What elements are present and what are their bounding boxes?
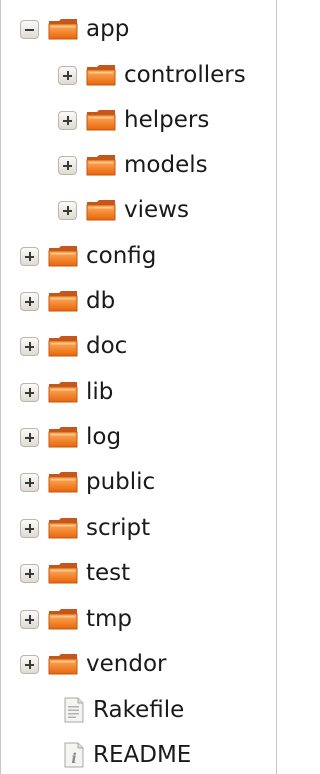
tree-item-helpers[interactable]: helpers [58, 97, 209, 143]
expand-icon[interactable] [58, 65, 77, 85]
tree-item-config[interactable]: config [20, 233, 156, 279]
folder-icon [86, 63, 116, 87]
file-tree: app controllers helpers models views con… [0, 0, 277, 774]
tree-item-controllers[interactable]: controllers [58, 52, 246, 98]
tree-item-label: Rakefile [93, 697, 185, 723]
tree-item-label: vendor [86, 651, 167, 677]
folder-icon [48, 17, 78, 41]
tree-item-label: controllers [124, 62, 246, 88]
tree-item-log[interactable]: log [20, 414, 121, 460]
expand-icon[interactable] [20, 472, 39, 492]
tree-item-label: doc [86, 333, 128, 359]
tree-item-db[interactable]: db [20, 278, 115, 324]
folder-icon [48, 516, 78, 540]
tree-item-script[interactable]: script [20, 505, 150, 551]
tree-item-models[interactable]: models [58, 142, 208, 188]
expand-icon[interactable] [20, 654, 39, 674]
expand-icon[interactable] [20, 563, 39, 583]
folder-icon [48, 380, 78, 404]
folder-icon [48, 470, 78, 494]
tree-item-app[interactable]: app [20, 6, 129, 52]
folder-icon [48, 334, 78, 358]
folder-icon [86, 198, 116, 222]
tree-item-vendor[interactable]: vendor [20, 641, 166, 687]
tree-item-tmp[interactable]: tmp [20, 596, 132, 642]
expand-icon[interactable] [20, 336, 39, 356]
tree-item-label: views [124, 197, 189, 223]
expand-icon[interactable] [58, 155, 77, 175]
folder-icon [48, 607, 78, 631]
tree-item-label: log [86, 424, 122, 450]
tree-item-label: tmp [86, 606, 133, 632]
folder-icon [86, 108, 116, 132]
collapse-icon[interactable] [20, 19, 39, 39]
expand-icon[interactable] [58, 200, 77, 220]
expand-icon[interactable] [20, 427, 39, 447]
expand-icon[interactable] [20, 609, 39, 629]
tree-item-label: lib [86, 379, 114, 405]
tree-item-label: models [124, 152, 208, 178]
tree-item-test[interactable]: test [20, 550, 130, 596]
tree-item-label: public [86, 469, 156, 495]
tree-item-label: config [86, 243, 157, 269]
expand-icon[interactable] [58, 110, 77, 130]
tree-item-label: helpers [124, 107, 210, 133]
tree-item-public[interactable]: public [20, 459, 155, 505]
expand-icon[interactable] [20, 291, 39, 311]
folder-icon [48, 425, 78, 449]
folder-icon [48, 561, 78, 585]
tree-item-label: README [93, 742, 192, 768]
tree-item-rakefile[interactable]: Rakefile [63, 687, 184, 733]
expand-icon[interactable] [20, 518, 39, 538]
tree-item-lib[interactable]: lib [20, 369, 113, 415]
tree-item-label: app [86, 16, 130, 42]
folder-icon [48, 652, 78, 676]
tree-item-label: db [86, 288, 116, 314]
tree-item-doc[interactable]: doc [20, 323, 127, 369]
tree-item-readme[interactable]: i README [63, 732, 191, 774]
tree-item-label: script [86, 515, 151, 541]
expand-icon[interactable] [20, 382, 39, 402]
tree-item-label: test [86, 560, 131, 586]
folder-icon [48, 244, 78, 268]
text-file-icon [64, 697, 84, 723]
folder-icon [86, 153, 116, 177]
folder-icon [48, 289, 78, 313]
svg-text:i: i [71, 751, 76, 767]
info-file-icon: i [64, 742, 84, 768]
tree-item-views[interactable]: views [58, 187, 189, 233]
expand-icon[interactable] [20, 246, 39, 266]
